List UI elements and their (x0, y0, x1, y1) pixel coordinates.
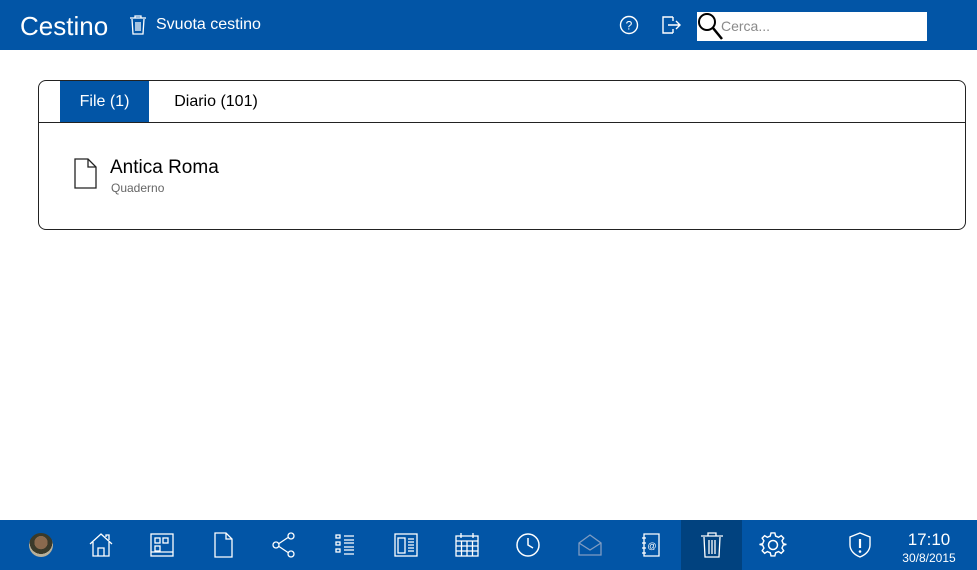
svg-text:@: @ (647, 541, 656, 551)
shield-icon (848, 532, 871, 558)
help-icon[interactable]: ? (618, 14, 640, 36)
share-icon (271, 532, 295, 558)
trash-panel: File (1) Diario (101) Antica Roma Quader… (38, 80, 966, 230)
file-type: Quaderno (111, 181, 165, 195)
list-icon (334, 534, 354, 555)
empty-trash-label: Svuota cestino (156, 16, 261, 33)
search-input[interactable] (721, 14, 921, 38)
taskbar-list[interactable] (314, 520, 375, 570)
calendar-icon (454, 533, 479, 557)
taskbar-trash[interactable] (681, 520, 742, 570)
trash-icon (700, 532, 723, 558)
page-title: Cestino (20, 11, 109, 41)
home-icon (89, 533, 112, 557)
tab-files[interactable]: File (1) (60, 81, 149, 122)
taskbar-share[interactable] (253, 520, 314, 570)
taskbar-contacts[interactable]: @ (620, 520, 681, 570)
trash-icon (130, 15, 146, 35)
taskbar-dashboard[interactable] (131, 520, 192, 570)
settings-icon (758, 532, 787, 557)
clock-date: 30/8/2015 (902, 551, 956, 565)
taskbar-mail[interactable] (559, 520, 620, 570)
notebook-icon (393, 533, 418, 557)
clock-time: 17:10 (907, 530, 951, 549)
taskbar-home[interactable] (70, 520, 131, 570)
dashboard-icon (149, 533, 174, 557)
tab-journal[interactable]: Diario (101) (161, 81, 271, 122)
top-bar: Cestino Svuota cestino ? (0, 0, 977, 50)
empty-trash-button[interactable]: Svuota cestino (128, 12, 261, 38)
mail-icon (577, 534, 602, 556)
tab-bar: File (1) Diario (101) (39, 81, 965, 123)
document-icon (213, 532, 233, 558)
clock-icon (515, 533, 540, 557)
contacts-icon: @ (641, 533, 660, 557)
user-avatar-button[interactable] (10, 520, 71, 570)
taskbar-security[interactable] (829, 520, 890, 570)
search-box (697, 12, 927, 41)
avatar (28, 533, 53, 557)
taskbar-calendar[interactable] (436, 520, 497, 570)
taskbar-documents[interactable] (192, 520, 253, 570)
taskbar-history[interactable] (497, 520, 558, 570)
taskbar-clock: 17:10 30/8/2015 (893, 520, 965, 570)
file-name: Antica Roma (110, 157, 219, 178)
taskbar: @ 17:10 30/8/2015 (0, 520, 977, 570)
taskbar-notebook[interactable] (375, 520, 436, 570)
logout-icon[interactable] (660, 14, 682, 36)
taskbar-settings[interactable] (742, 520, 803, 570)
document-icon (74, 158, 97, 189)
svg-text:?: ? (626, 19, 633, 33)
list-item[interactable]: Antica Roma Quaderno (73, 157, 373, 197)
